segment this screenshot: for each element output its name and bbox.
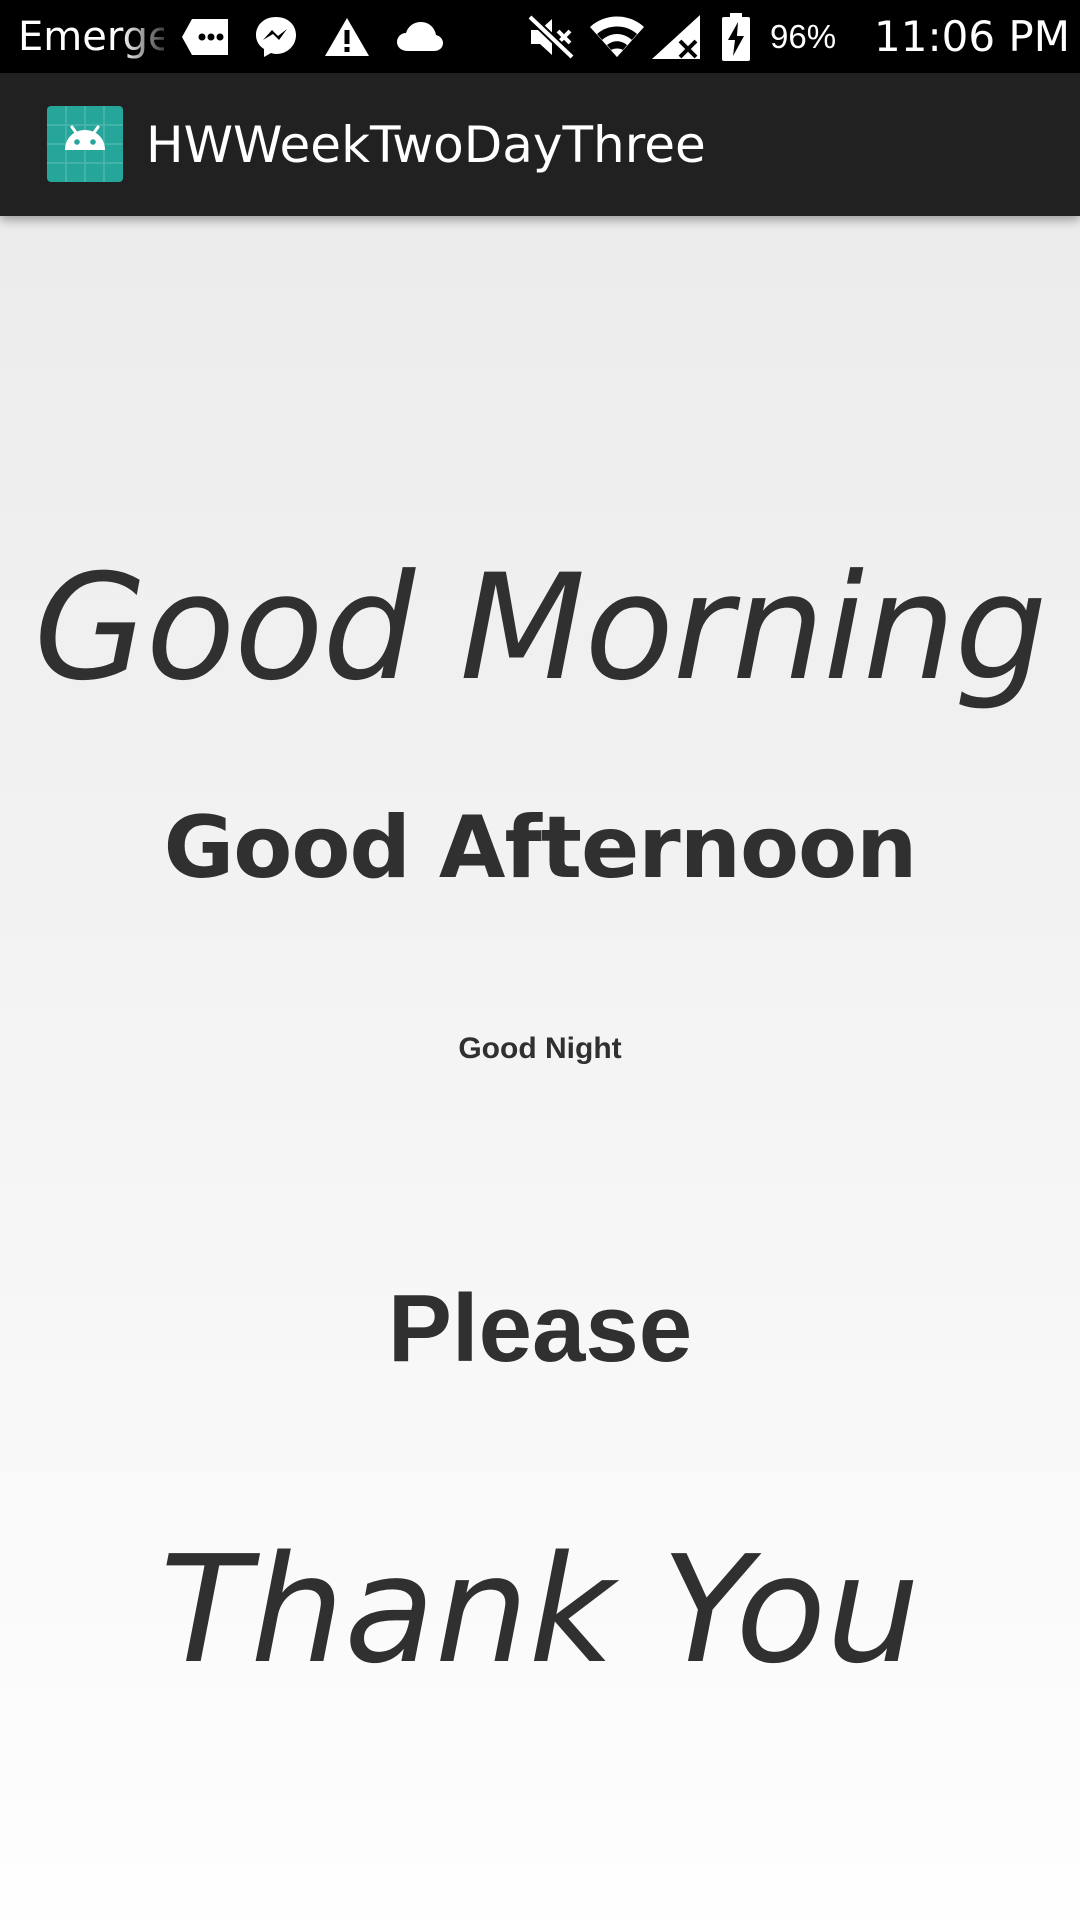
message-icon: [180, 0, 230, 73]
please-text: Please: [387, 1275, 693, 1382]
clock: 11:06 PM: [874, 12, 1070, 61]
good-night-text: Good Night: [458, 1032, 622, 1065]
battery-percent: 96%: [770, 17, 837, 55]
app-bar: HWWeekTwoDayThree: [0, 73, 1080, 216]
app-title: HWWeekTwoDayThree: [146, 115, 706, 174]
thank-you-text: Thank You: [160, 1524, 920, 1696]
good-morning-text: Good Morning: [33, 543, 1048, 713]
status-bar: Emerge 96% 11:06 PM: [0, 0, 1080, 73]
content-area: Good Morning Good Afternoon Good Night P…: [0, 216, 1080, 1920]
wifi-icon: [589, 0, 645, 73]
signal-icon: [650, 0, 702, 73]
mute-icon: [527, 0, 575, 73]
warning-icon: [323, 0, 371, 73]
cloud-icon: [396, 0, 444, 73]
carrier-label: Emerge: [18, 13, 164, 60]
good-afternoon-text: Good Afternoon: [163, 798, 918, 898]
messenger-icon: [253, 0, 299, 73]
battery-charging-icon: [721, 0, 751, 73]
android-icon: [47, 106, 123, 182]
